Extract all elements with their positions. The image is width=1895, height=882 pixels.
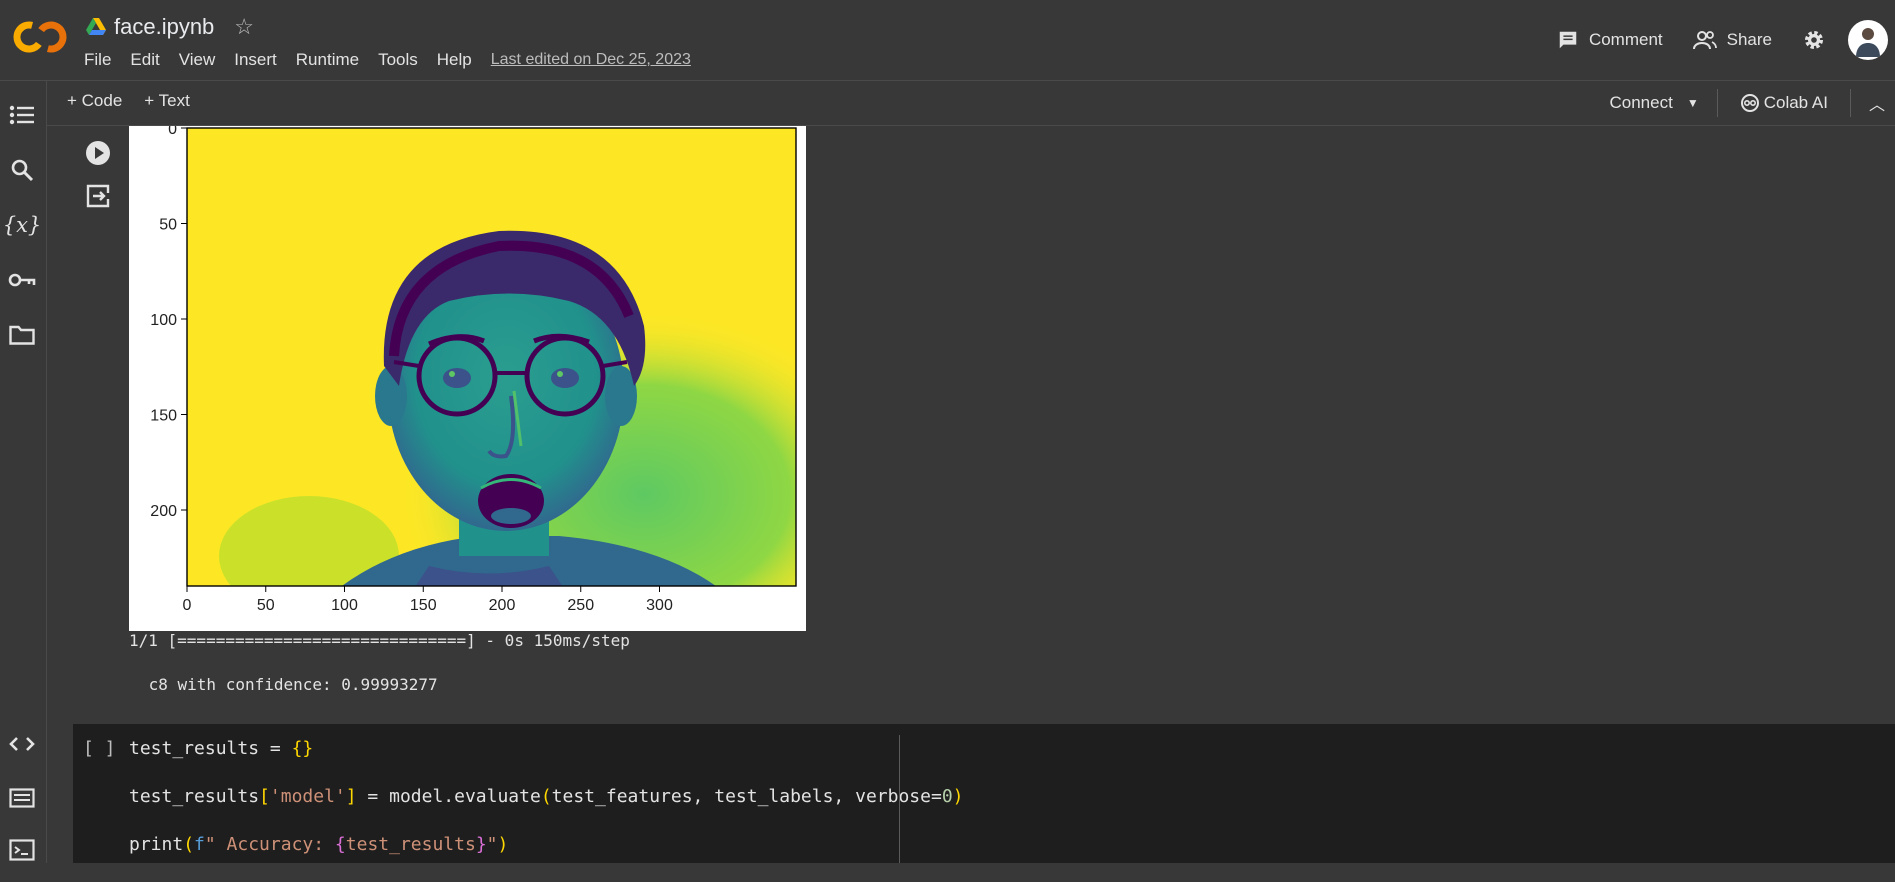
x-tick-label: 50 xyxy=(257,597,275,614)
code-cell[interactable]: [ ] test_results = {} test_results['mode… xyxy=(73,724,1895,863)
menu-bar: File Edit View Insert Runtime Tools Help… xyxy=(84,50,710,70)
last-edited-link[interactable]: Last edited on Dec 25, 2023 xyxy=(491,51,691,69)
menu-tools[interactable]: Tools xyxy=(378,50,418,70)
prediction-output: c8 with confidence: 0.99993277 xyxy=(139,675,438,694)
x-tick-label: 150 xyxy=(410,597,437,614)
code-editor[interactable]: test_results = {} test_results['model'] … xyxy=(129,738,964,882)
run-cell-icon[interactable] xyxy=(85,140,111,166)
command-palette-icon[interactable] xyxy=(7,783,37,813)
x-tick-label: 200 xyxy=(489,597,516,614)
menu-runtime[interactable]: Runtime xyxy=(296,50,359,70)
add-text-button[interactable]: + Text xyxy=(144,91,190,111)
colab-logo-icon[interactable] xyxy=(12,18,68,56)
clear-output-icon[interactable] xyxy=(85,183,111,209)
code-line[interactable]: test_results['model'] = model.evaluate(t… xyxy=(129,786,964,834)
training-progress-output: 1/1 [==============================] - 0… xyxy=(129,631,630,650)
search-icon[interactable] xyxy=(7,155,37,185)
secrets-key-icon[interactable] xyxy=(7,265,37,295)
table-of-contents-icon[interactable] xyxy=(7,100,37,130)
settings-gear-icon[interactable] xyxy=(1802,28,1826,52)
caret-down-icon[interactable]: ▼ xyxy=(1687,96,1699,110)
share-button[interactable]: Share xyxy=(1692,29,1772,51)
terminal-icon[interactable] xyxy=(7,835,37,865)
y-tick-label: 100 xyxy=(150,312,177,329)
code-line[interactable]: test_results = {} xyxy=(129,738,964,786)
menu-insert[interactable]: Insert xyxy=(234,50,277,70)
y-tick-label: 200 xyxy=(150,503,177,520)
y-tick-label: 150 xyxy=(150,408,177,425)
notebook-toolbar: + Code + Text Connect ▼ Colab AI ︿ xyxy=(47,81,1895,126)
left-sidebar: {𝑥} xyxy=(0,81,47,863)
comment-label: Comment xyxy=(1588,30,1663,49)
avatar-person-icon xyxy=(1856,28,1880,57)
star-icon[interactable]: ☆ xyxy=(234,14,254,40)
y-tick-label: 0 xyxy=(168,126,177,138)
cell-divider xyxy=(899,735,900,863)
notebook-title[interactable]: face.ipynb xyxy=(114,14,214,40)
colab-ai-label: Colab AI xyxy=(1763,93,1828,112)
image-plot: 0 50 100 150 200 250 300 0 50 100 150 200 xyxy=(150,121,797,614)
face-image xyxy=(187,128,796,586)
connect-button[interactable]: Connect ▼ xyxy=(1610,89,1718,117)
user-avatar[interactable] xyxy=(1848,20,1888,60)
menu-file[interactable]: File xyxy=(84,50,111,70)
image-plot-output: 0 50 100 150 200 250 300 0 50 100 150 200 xyxy=(129,121,806,631)
google-drive-icon xyxy=(86,18,106,35)
share-people-icon xyxy=(1692,31,1717,50)
x-tick-label: 300 xyxy=(646,597,673,614)
code-snippets-icon[interactable] xyxy=(7,729,37,759)
menu-view[interactable]: View xyxy=(179,50,216,70)
files-folder-icon[interactable] xyxy=(7,320,37,350)
collapse-header-icon[interactable]: ︿ xyxy=(1851,91,1895,115)
x-tick-label: 100 xyxy=(331,597,358,614)
code-line[interactable]: print(f" Accuracy: {test_results}") xyxy=(129,834,964,882)
connect-label: Connect xyxy=(1609,93,1673,112)
colab-ai-icon xyxy=(1740,94,1759,112)
comment-icon xyxy=(1559,31,1577,49)
app-header: face.ipynb ☆ File Edit View Insert Runti… xyxy=(0,0,1895,81)
y-tick-label: 50 xyxy=(159,217,177,234)
add-code-button[interactable]: + Code xyxy=(67,91,122,111)
variables-icon[interactable]: {𝑥} xyxy=(3,210,42,240)
comment-button[interactable]: Comment xyxy=(1557,29,1663,51)
x-tick-label: 250 xyxy=(567,597,594,614)
menu-edit[interactable]: Edit xyxy=(130,50,159,70)
menu-help[interactable]: Help xyxy=(437,50,472,70)
share-label: Share xyxy=(1726,30,1772,49)
colab-ai-button[interactable]: Colab AI xyxy=(1718,89,1851,117)
cell-execution-bracket[interactable]: [ ] xyxy=(83,738,116,759)
x-tick-label: 0 xyxy=(183,597,192,614)
